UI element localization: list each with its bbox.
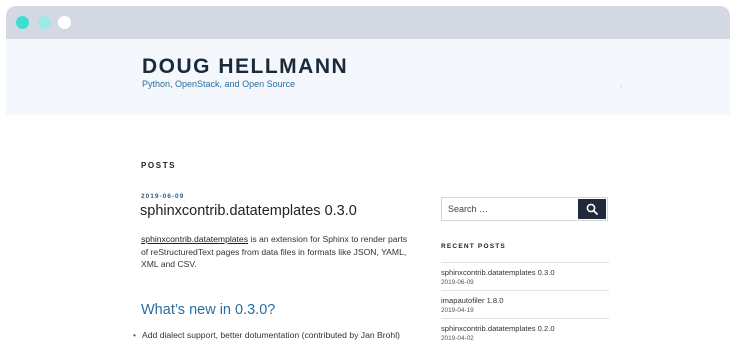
list-item: imapautofiler 1.8.0 2019-04-19 xyxy=(441,290,609,318)
list-item: Add dialect support, better dotumentatio… xyxy=(133,330,400,340)
list-item: sphinxcontrib.datatemplates 0.2.0 2019-0… xyxy=(441,318,609,346)
search-icon xyxy=(586,203,598,215)
post-title[interactable]: sphinxcontrib.datatemplates 0.3.0 xyxy=(140,203,357,219)
recent-posts-list: sphinxcontrib.datatemplates 0.3.0 2019-0… xyxy=(441,262,609,346)
recent-post-date: 2019-04-19 xyxy=(441,307,474,314)
site-title[interactable]: DOUG HELLMANN xyxy=(142,55,348,79)
window-dot-white[interactable] xyxy=(58,16,71,29)
site-description: Python, OpenStack, and Open Source xyxy=(142,79,296,89)
list-item: sphinxcontrib.datatemplates 0.3.0 2019-0… xyxy=(441,262,609,290)
post-date[interactable]: 2019-06-09 xyxy=(141,193,184,200)
site-header: DOUG HELLMANN Python, OpenStack, and Ope… xyxy=(6,39,730,115)
whats-new-heading: What’s new in 0.3.0? xyxy=(141,302,276,318)
window-chrome xyxy=(6,6,730,39)
recent-post-link[interactable]: sphinxcontrib.datatemplates 0.2.0 xyxy=(441,324,609,333)
post-excerpt: sphinxcontrib.datatemplates is an extens… xyxy=(141,233,416,271)
recent-post-date: 2019-04-02 xyxy=(441,335,474,342)
recent-post-date: 2019-06-09 xyxy=(441,279,474,286)
recent-posts-heading: RECENT POSTS xyxy=(441,243,506,250)
search-form xyxy=(441,197,608,221)
recent-post-link[interactable]: sphinxcontrib.datatemplates 0.3.0 xyxy=(441,268,609,277)
window-dot-light-teal[interactable] xyxy=(38,16,51,29)
window-dot-teal[interactable] xyxy=(16,16,29,29)
scroll-down-icon[interactable]: › xyxy=(620,82,623,91)
changes-list: Add dialect support, better dotumentatio… xyxy=(133,330,400,340)
posts-section-heading: POSTS xyxy=(141,161,177,170)
excerpt-link[interactable]: sphinxcontrib.datatemplates xyxy=(141,234,248,244)
search-button[interactable] xyxy=(578,199,606,219)
search-input[interactable] xyxy=(442,198,578,220)
recent-post-link[interactable]: imapautofiler 1.8.0 xyxy=(441,296,609,305)
